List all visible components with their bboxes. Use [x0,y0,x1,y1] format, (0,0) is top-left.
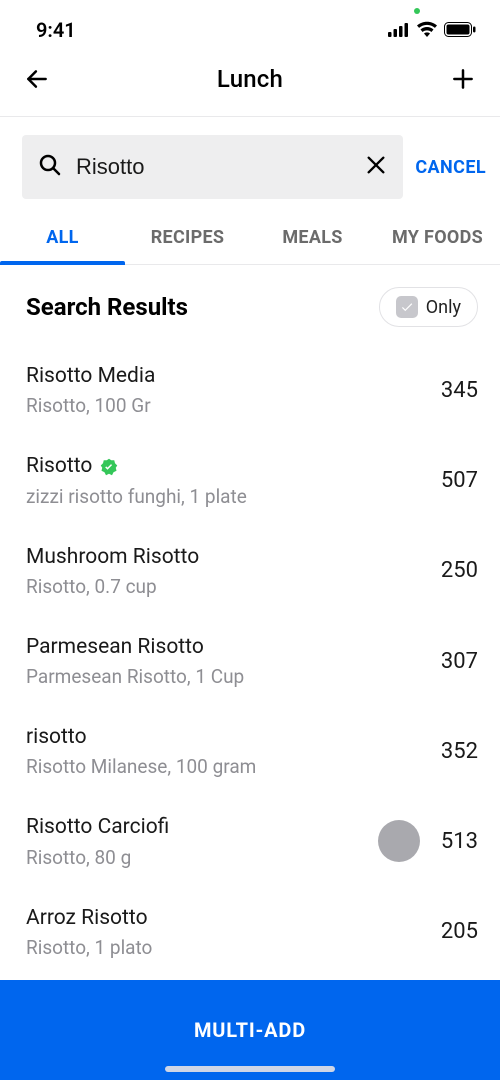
battery-icon [444,18,476,42]
tab-recipes[interactable]: RECIPES [125,217,250,264]
result-name: Parmesean Risotto [26,634,204,661]
page-title: Lunch [217,65,283,93]
result-calories: 513 [441,829,478,854]
result-item[interactable]: Risotto Media Risotto, 100 Gr 345 [26,345,478,435]
result-subtitle: Risotto, 80 g [26,846,169,869]
search-row: CANCEL [0,117,500,217]
result-item[interactable]: Parmesean Risotto Parmesean Risotto, 1 Cu… [26,616,478,706]
clear-search-button[interactable] [365,153,387,181]
result-item[interactable]: Risotto zizzi risotto funghi, 1 plate 507 [26,435,478,525]
search-input[interactable] [76,154,365,180]
result-text: risotto Risotto Milanese, 100 gram [26,724,256,778]
tab-all[interactable]: ALL [0,217,125,264]
shield-icon [396,296,418,318]
home-indicator[interactable] [165,1066,335,1072]
results-list: Risotto Media Risotto, 100 Gr 345 Risotto zi… [0,339,500,1067]
result-text: Risotto Media Risotto, 100 Gr [26,363,155,417]
status-time: 9:41 [36,18,76,42]
result-item[interactable]: risotto Risotto Milanese, 100 gram 352 [26,706,478,796]
search-icon [38,153,62,181]
result-text: Mushroom Risotto Risotto, 0.7 cup [26,544,199,598]
result-subtitle: Risotto, 0.7 cup [26,575,199,598]
result-text: Risotto zizzi risotto funghi, 1 plate [26,453,247,507]
recording-indicator-dot [414,8,420,14]
result-calories: 205 [441,919,478,944]
verified-icon [100,458,118,476]
wifi-icon [416,18,438,42]
add-button[interactable] [446,62,480,96]
result-calories: 507 [441,468,478,493]
result-subtitle: Parmesean Risotto, 1 Cup [26,665,244,688]
multi-add-label: MULTI-ADD [194,1018,306,1042]
result-calories: 345 [441,378,478,403]
back-button[interactable] [20,62,54,96]
result-name: Risotto Carciofi [26,814,169,841]
result-subtitle: zizzi risotto funghi, 1 plate [26,485,247,508]
filter-tabs: ALL RECIPES MEALS MY FOODS [0,217,500,265]
result-calories: 307 [441,649,478,674]
multi-add-button[interactable]: MULTI-ADD [0,980,500,1080]
result-name: Mushroom Risotto [26,544,199,571]
result-calories: 250 [441,558,478,583]
cellular-icon [388,18,410,42]
page-header: Lunch [0,50,500,117]
tab-indicator [0,261,125,265]
result-subtitle: Risotto Milanese, 100 gram [26,755,256,778]
result-item[interactable]: Mushroom Risotto Risotto, 0.7 cup 250 [26,526,478,616]
verified-only-toggle[interactable]: Only [379,287,478,327]
result-name: Arroz Risotto [26,905,148,932]
section-header: Search Results Only [0,265,500,339]
touch-indicator [378,820,420,862]
result-name: risotto [26,724,87,751]
result-item[interactable]: Arroz Risotto Risotto, 1 plato 205 [26,887,478,977]
status-icons [388,18,476,42]
result-subtitle: Risotto, 100 Gr [26,394,155,417]
result-calories: 352 [441,739,478,764]
result-name: Risotto [26,453,92,480]
status-bar: 9:41 [0,0,500,50]
result-subtitle: Risotto, 1 plato [26,936,152,959]
result-text: Arroz Risotto Risotto, 1 plato [26,905,152,959]
tab-meals[interactable]: MEALS [250,217,375,264]
cancel-search-button[interactable]: CANCEL [411,157,490,178]
section-title: Search Results [26,293,188,321]
only-label: Only [426,297,461,318]
search-box[interactable] [22,135,403,199]
result-name: Risotto Media [26,363,155,390]
result-text: Parmesean Risotto Parmesean Risotto, 1 Cu… [26,634,244,688]
tab-my-foods[interactable]: MY FOODS [375,217,500,264]
result-text: Risotto Carciofi Risotto, 80 g [26,814,169,868]
